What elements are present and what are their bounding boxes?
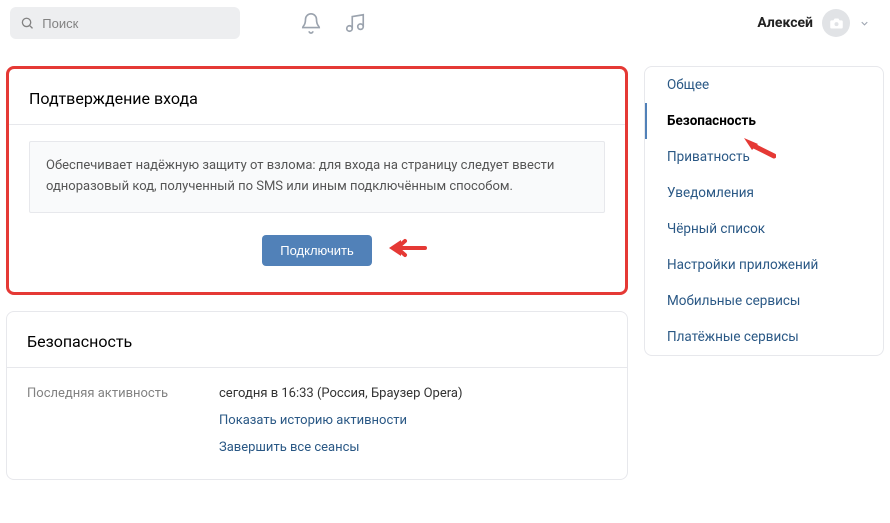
side-column: Общее Безопасность Приватность Уведомлен…	[644, 66, 884, 496]
connect-button[interactable]: Подключить	[262, 235, 372, 266]
divider	[9, 124, 625, 125]
panel-title: Безопасность	[7, 312, 627, 367]
activity-label: Последняя активность	[27, 386, 205, 455]
sidebar-item-mobile[interactable]: Мобильные сервисы	[645, 283, 883, 319]
avatar	[822, 9, 850, 37]
panel-title: Подтверждение входа	[9, 69, 625, 124]
settings-sidebar: Общее Безопасность Приватность Уведомлен…	[644, 66, 884, 356]
top-icons	[300, 12, 366, 34]
bell-icon[interactable]	[300, 12, 322, 34]
camera-icon	[829, 16, 844, 31]
show-history-link[interactable]: Показать историю активности	[219, 413, 462, 428]
search-input[interactable]	[42, 16, 230, 31]
layout: Подтверждение входа Обеспечивает надёжну…	[0, 46, 890, 496]
sidebar-item-blacklist[interactable]: Чёрный список	[645, 211, 883, 247]
login-confirmation-panel: Подтверждение входа Обеспечивает надёжну…	[6, 66, 628, 295]
user-block[interactable]: Алексей	[757, 9, 880, 37]
user-name: Алексей	[757, 15, 813, 31]
info-box: Обеспечивает надёжную защиту от взлома: …	[29, 141, 605, 213]
search-box[interactable]	[10, 7, 240, 39]
sidebar-item-general[interactable]: Общее	[645, 67, 883, 103]
sidebar-item-app-settings[interactable]: Настройки приложений	[645, 247, 883, 283]
arrow-annotation-icon	[387, 236, 427, 264]
panel-body: Последняя активность сегодня в 16:33 (Ро…	[7, 368, 627, 479]
topbar: Алексей	[0, 0, 890, 46]
activity-value: сегодня в 16:33 (Россия, Браузер Opera)	[219, 386, 462, 401]
button-row: Подключить	[9, 235, 625, 266]
chevron-down-icon	[859, 18, 870, 29]
arrow-annotation-sidebar-icon	[742, 134, 776, 164]
search-icon	[20, 15, 34, 31]
music-icon[interactable]	[344, 12, 366, 34]
security-panel: Безопасность Последняя активность сегодн…	[6, 311, 628, 480]
sidebar-item-notifications[interactable]: Уведомления	[645, 175, 883, 211]
main-column: Подтверждение входа Обеспечивает надёжну…	[6, 66, 628, 496]
end-sessions-link[interactable]: Завершить все сеансы	[219, 440, 462, 455]
sidebar-item-payments[interactable]: Платёжные сервисы	[645, 319, 883, 355]
activity-values: сегодня в 16:33 (Россия, Браузер Opera) …	[219, 386, 462, 455]
